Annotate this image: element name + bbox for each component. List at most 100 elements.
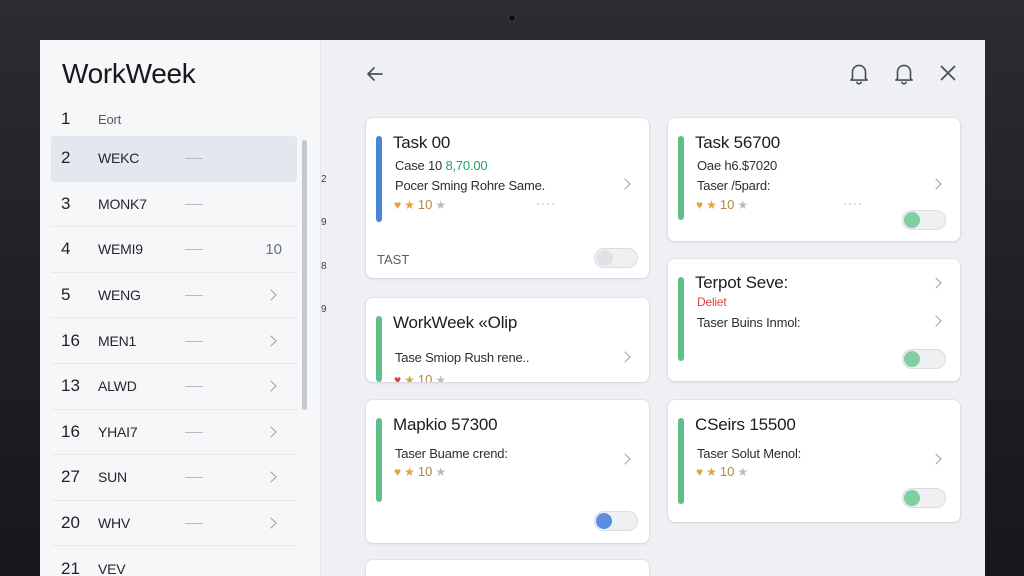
card-title: Task 00 xyxy=(393,133,451,152)
rating-value: 10 xyxy=(719,197,735,212)
strip-label: 9 xyxy=(321,217,327,228)
rating-value: 10 xyxy=(719,464,735,479)
rating-value: 10 xyxy=(417,464,433,479)
sidebar-item-number: 4 xyxy=(61,239,71,259)
card-title: Terpot Seve: xyxy=(695,273,789,292)
sidebar-item[interactable]: 21 VEV xyxy=(51,546,297,576)
sidebar-item[interactable]: 16 YHAI7 xyxy=(51,410,297,456)
sidebar-scrollbar[interactable] xyxy=(302,140,307,410)
chevron-right-icon xyxy=(265,426,277,438)
chevron-right-icon[interactable] xyxy=(619,453,631,465)
card-rating: ♥ ★ 10 ★ xyxy=(394,197,446,212)
dash-icon xyxy=(185,477,203,479)
card-toggle[interactable] xyxy=(594,248,638,268)
sidebar-item[interactable]: 16 MEN1 xyxy=(51,318,297,364)
more-dots-icon[interactable]: ···· xyxy=(536,196,556,210)
card-toggle[interactable] xyxy=(902,349,946,369)
task-card[interactable]: Terpot Seve: Deliet Taser Buins Inmol: xyxy=(668,259,960,381)
sidebar-item-label: WEKC xyxy=(98,150,140,167)
amount-value: 8,70.00 xyxy=(445,158,488,173)
card-toggle[interactable] xyxy=(594,511,638,531)
chevron-right-icon[interactable] xyxy=(619,178,631,190)
task-card[interactable]: Task 00 Case 10 8,70.00 Pocer Sming Rohr… xyxy=(366,118,649,278)
card-accent-bar xyxy=(376,418,382,502)
app-title: WorkWeek xyxy=(62,58,196,89)
card-accent-bar xyxy=(376,316,382,382)
sidebar-item[interactable]: 27 SUN xyxy=(51,455,297,501)
sidebar-item-label: YHAI7 xyxy=(98,423,138,440)
rating-value: 10 xyxy=(417,372,433,382)
sidebar-item-number: 16 xyxy=(61,330,80,350)
card-subtitle: Tase Smiop Rush rene.. xyxy=(395,350,530,365)
sidebar-item-label: WHV xyxy=(98,515,131,532)
star-outline-icon: ★ xyxy=(737,464,749,479)
dash-icon xyxy=(185,249,203,251)
alerts-button[interactable] xyxy=(891,60,917,86)
heart-icon: ♥ xyxy=(394,372,402,383)
dash-icon xyxy=(185,523,203,525)
sidebar-item[interactable]: 20 WHV xyxy=(51,501,297,547)
sidebar-item-label: WENG xyxy=(98,287,141,304)
card-subtitle: Taser Buins Inmol: xyxy=(697,315,801,330)
card-toggle[interactable] xyxy=(902,210,946,230)
sidebar: WorkWeek 1 Eort 2 WEKC 3 MONK7 4 WEMI9 10 5 WENG 16… xyxy=(40,40,321,576)
card-status: Deliet xyxy=(697,295,727,309)
card-amount: Oae h6.$7020 xyxy=(697,158,778,173)
rating-value: 10 xyxy=(417,197,433,212)
sidebar-item-number: 13 xyxy=(61,376,80,396)
task-card[interactable]: Task 56700 Oae h6.$7020 Taser /5pard: ♥ ★… xyxy=(668,118,960,241)
toggle-knob xyxy=(596,513,612,529)
close-button[interactable] xyxy=(935,60,961,86)
notifications-button[interactable] xyxy=(846,60,872,86)
chevron-right-icon[interactable] xyxy=(930,453,942,465)
star-icon: ★ xyxy=(706,464,717,479)
sidebar-item[interactable]: 4 WEMI9 10 xyxy=(51,227,297,273)
sidebar-item-label: ALWD xyxy=(98,378,137,395)
dash-icon xyxy=(185,340,203,342)
arrow-left-icon xyxy=(367,67,383,81)
strip-label: 9 xyxy=(321,304,327,315)
card-accent-bar xyxy=(678,277,684,361)
bell-icon xyxy=(850,64,868,85)
star-outline-icon: ★ xyxy=(435,372,447,383)
card-toggle[interactable] xyxy=(902,488,946,508)
star-outline-icon: ★ xyxy=(435,464,447,479)
chevron-right-icon[interactable] xyxy=(930,277,942,289)
task-card[interactable]: Mapkio 57300 Taser Buame crend: ♥ ★ 10 ★ xyxy=(366,400,649,543)
sidebar-item-label: MEN1 xyxy=(98,332,137,349)
task-card[interactable] xyxy=(366,560,649,576)
sidebar-item[interactable]: 3 MONK7 xyxy=(51,182,297,228)
chevron-right-icon xyxy=(265,471,277,484)
card-subtitle: Taser /5pard: xyxy=(697,178,771,193)
sidebar-item-number: 3 xyxy=(61,193,71,213)
star-outline-icon: ★ xyxy=(737,197,749,212)
chevron-right-icon xyxy=(265,517,277,529)
chevron-right-icon[interactable] xyxy=(930,178,942,190)
sidebar-item-label: WEMI9 xyxy=(98,241,143,258)
sidebar-item[interactable]: 5 WENG xyxy=(51,273,297,319)
sidebar-item-label: VEV xyxy=(98,560,126,576)
sidebar-item[interactable]: 2 WEKC xyxy=(51,136,297,182)
heart-icon: ♥ xyxy=(696,197,704,212)
sidebar-item-number: 1 xyxy=(61,109,71,128)
chevron-right-icon[interactable] xyxy=(619,351,631,363)
sidebar-item-label: Eort xyxy=(98,111,122,127)
card-title: Mapkio 57300 xyxy=(393,415,498,434)
sidebar-item-count: 10 xyxy=(265,240,282,258)
dash-icon xyxy=(185,203,203,205)
strip-label: 2 xyxy=(321,174,327,185)
chevron-right-icon[interactable] xyxy=(930,315,942,327)
back-button[interactable] xyxy=(363,62,387,86)
card-rating: ♥ ★ 10 ★ xyxy=(696,197,748,212)
task-card[interactable]: WorkWeek «Olip Tase Smiop Rush rene.. ♥ ★… xyxy=(366,298,649,382)
more-dots-icon[interactable]: ···· xyxy=(843,196,863,210)
card-accent-bar xyxy=(376,136,382,222)
sidebar-item-number: 21 xyxy=(61,558,80,576)
sidebar-item[interactable]: 1 Eort xyxy=(51,102,297,136)
star-icon: ★ xyxy=(404,464,415,479)
chevron-right-icon xyxy=(265,380,277,392)
task-card[interactable]: CSeirs 15500 Taser Solut Menol: ♥ ★ 10 ★ xyxy=(668,400,960,522)
heart-icon: ♥ xyxy=(394,464,402,479)
sidebar-item[interactable]: 13 ALWD xyxy=(51,364,297,410)
card-title: Task 56700 xyxy=(695,133,780,152)
